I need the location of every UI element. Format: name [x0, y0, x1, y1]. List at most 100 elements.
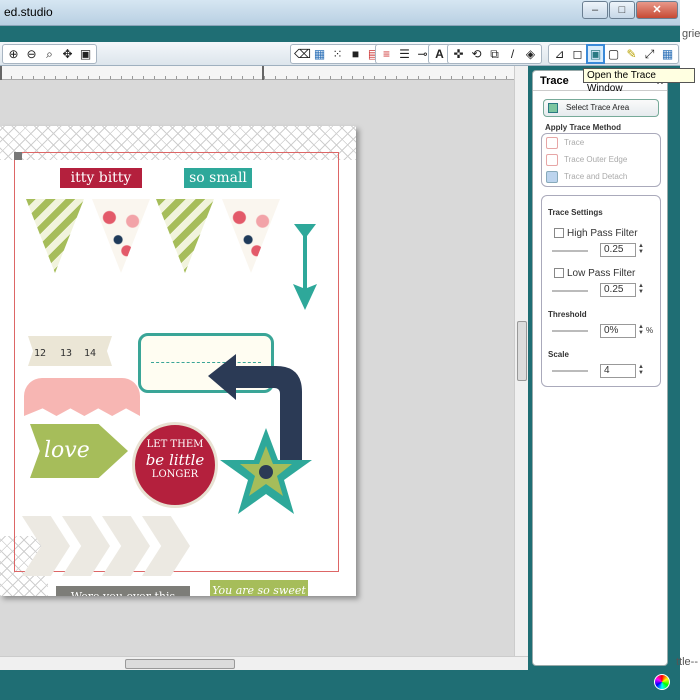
select-area-icon — [548, 103, 558, 113]
select-trace-area-label: Select Trace Area — [566, 103, 630, 112]
high-pass-filter-checkbox[interactable]: High Pass Filter — [554, 228, 638, 239]
trace-method-label: Trace — [564, 138, 585, 147]
window-title: ed.studio — [4, 5, 53, 19]
scale-input[interactable]: 4 — [600, 364, 636, 378]
design-canvas[interactable]: itty bitty so small 12 13 14 love LET TH… — [0, 80, 514, 656]
ruler-number: 13 — [60, 348, 73, 359]
trace-panel-title: Trace — [540, 75, 569, 87]
spin-arrows-icon[interactable]: ▲ ▼ — [638, 283, 644, 295]
trace-settings-heading: Trace Settings — [548, 208, 603, 217]
rotate-icon[interactable]: ⟲ — [469, 46, 484, 62]
select-trace-area-button[interactable]: Select Trace Area — [543, 99, 659, 117]
threshold-slider[interactable] — [552, 330, 588, 332]
apply-trace-method-heading: Apply Trace Method — [545, 123, 622, 132]
ruler-marker — [0, 66, 2, 80]
trace-method-label: Trace and Detach — [564, 172, 628, 181]
text-icon[interactable]: A — [432, 46, 447, 62]
scale-label: Scale — [548, 350, 569, 359]
trace-method-box: Trace Trace Outer Edge Trace and Detach — [541, 133, 661, 187]
you-are-so-sweet-label[interactable]: You are so sweet — [210, 580, 308, 596]
spin-arrows-icon[interactable]: ▲ ▼ — [638, 364, 644, 376]
low-pass-filter-slider[interactable] — [552, 290, 588, 292]
pan-icon[interactable]: ✥ — [60, 46, 75, 62]
minimize-button[interactable]: – — [582, 1, 608, 19]
trace-settings-box: Trace Settings High Pass Filter 0.25 ▲ ▼ … — [541, 195, 661, 387]
zoom-in-icon[interactable]: ⊕ — [6, 46, 21, 62]
trace-method-label: Trace Outer Edge — [564, 155, 628, 164]
close-button[interactable]: ✕ — [636, 1, 678, 19]
main-toolbar: ⊕ ⊖ ⌕ ✥ ▣ ⌫ ▦ ⁙ ■ ▤ ≡ ☰ ⊸ A ✜ ⟲ ⧉ / ◈ ⊿ … — [0, 42, 680, 66]
weld-icon[interactable]: ◈ — [523, 46, 538, 62]
ruler-tape-sticker[interactable]: 12 13 14 — [28, 336, 112, 366]
itty-bitty-label[interactable]: itty bitty — [60, 168, 142, 188]
badge-line-2: be little — [145, 451, 205, 469]
trace-method-outer-edge[interactable]: Trace Outer Edge — [546, 153, 627, 167]
zoom-tool-group: ⊕ ⊖ ⌕ ✥ ▣ — [2, 44, 97, 64]
high-pass-filter-input[interactable]: 0.25 — [600, 243, 636, 257]
low-pass-filter-checkbox[interactable]: Low Pass Filter — [554, 268, 635, 279]
threshold-unit: % — [646, 326, 654, 335]
horizontal-scrollbar[interactable] — [0, 656, 528, 670]
grid-tool-group: ⌫ ▦ ⁙ ■ ▤ — [290, 44, 385, 64]
vertical-scrollbar[interactable] — [514, 66, 528, 656]
background-window-strip: grie ttle-- — [676, 0, 700, 700]
library-icon[interactable]: ▦ — [660, 46, 675, 62]
line-color-icon[interactable]: ≡ — [379, 46, 394, 62]
down-arrow-sticker[interactable] — [290, 224, 320, 310]
align-icon[interactable]: ⊿ — [552, 46, 567, 62]
background-window-text: grie — [682, 28, 700, 40]
transform-icon[interactable]: ✜ — [451, 46, 466, 62]
page-icon[interactable]: ▢ — [606, 46, 621, 62]
fit-page-icon[interactable]: ▣ — [78, 46, 93, 62]
checkbox-icon — [554, 228, 564, 239]
line-tool-group: ≡ ☰ ⊸ — [375, 44, 434, 64]
replicate-icon[interactable]: ⧉ — [487, 46, 502, 62]
low-pass-filter-label: Low Pass Filter — [567, 268, 636, 279]
badge-line-1: LET THEM — [146, 439, 204, 450]
pencil-icon[interactable]: ✎ — [624, 46, 639, 62]
spin-arrows-icon[interactable]: ▲ ▼ — [638, 324, 644, 336]
offset-icon[interactable]: ◻ — [570, 46, 585, 62]
badge-line-3: LONGER — [151, 469, 199, 480]
high-pass-filter-slider[interactable] — [552, 250, 588, 252]
line-style-icon[interactable]: ☰ — [397, 46, 412, 62]
spin-arrows-icon[interactable]: ▲ ▼ — [638, 243, 644, 255]
trace-icon[interactable]: ▣ — [586, 44, 605, 64]
chevron-banner[interactable] — [22, 516, 212, 576]
bottom-frame — [0, 670, 680, 700]
expand-icon[interactable]: ⤢ — [642, 46, 657, 62]
so-small-label[interactable]: so small — [184, 168, 252, 188]
trace-method-icon — [546, 137, 558, 149]
design-page[interactable]: itty bitty so small 12 13 14 love LET TH… — [0, 126, 356, 596]
panel-tool-group: ⊿ ◻ ▣ ▢ ✎ ⤢ ▦ — [548, 44, 679, 64]
zoom-out-icon[interactable]: ⊖ — [24, 46, 39, 62]
vertical-scroll-thumb[interactable] — [517, 321, 527, 381]
threshold-label: Threshold — [548, 310, 587, 319]
were-you-label[interactable]: Were you ever this little? — [56, 586, 190, 596]
trace-method-detach[interactable]: Trace and Detach — [546, 170, 627, 184]
pen-icon[interactable]: / — [505, 46, 520, 62]
zoom-select-icon[interactable]: ⌕ — [42, 46, 57, 62]
fill-icon[interactable]: ■ — [348, 46, 363, 62]
low-pass-filter-input[interactable]: 0.25 — [600, 283, 636, 297]
maximize-button[interactable]: □ — [609, 1, 635, 19]
grid-dots-icon[interactable]: ⁙ — [330, 46, 345, 62]
eraser-icon[interactable]: ⌫ — [294, 46, 311, 62]
trace-detach-icon — [546, 171, 558, 183]
scale-slider[interactable] — [552, 370, 588, 372]
trace-outer-edge-icon — [546, 154, 558, 166]
registration-mark — [14, 152, 22, 160]
color-wheel-icon[interactable] — [654, 674, 670, 690]
grid-icon[interactable]: ▦ — [312, 46, 327, 62]
horizontal-scroll-thumb[interactable] — [125, 659, 235, 669]
trace-method-trace[interactable]: Trace — [546, 136, 584, 150]
star-sticker[interactable] — [218, 426, 314, 518]
transform-tool-group: ✜ ⟲ ⧉ / ◈ — [447, 44, 542, 64]
checkbox-icon — [554, 268, 564, 279]
trace-panel: Trace x Select Trace Area Apply Trace Me… — [532, 70, 668, 666]
tooltip: Open the Trace Window — [583, 68, 695, 94]
chevron-shape — [22, 516, 70, 576]
ruler-number: 12 — [34, 348, 47, 359]
threshold-input[interactable]: 0% — [600, 324, 636, 338]
background-window-text-bottom: ttle-- — [676, 656, 698, 668]
